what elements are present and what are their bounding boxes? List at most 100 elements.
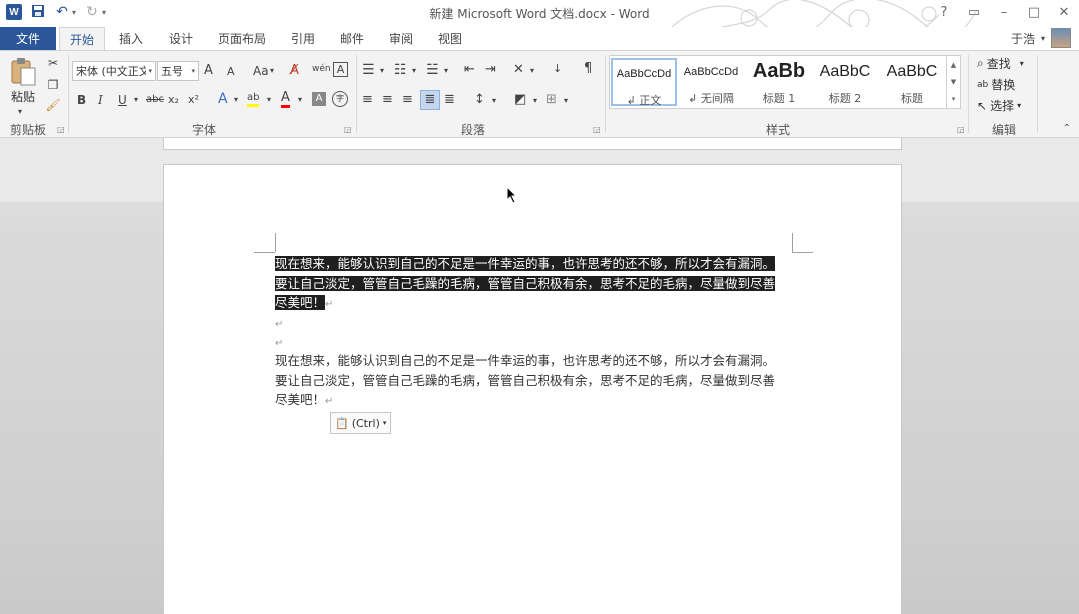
borders-icon[interactable]: ⊞ (546, 92, 557, 108)
save-icon[interactable] (30, 4, 46, 20)
user-account[interactable]: 于浩 ▾ (1011, 27, 1071, 49)
pasted-paragraph[interactable]: 现在想来，能够认识到自己的不足是一件幸运的事，也许思考的还不够，所以才会有漏洞。… (275, 351, 795, 412)
style-no-spacing[interactable]: AaBbCcDd ↲ 无间隔 (678, 58, 744, 106)
paragraph-launcher-icon[interactable]: ◲ (593, 125, 601, 134)
style-title[interactable]: AaBbC 标题 (879, 58, 945, 106)
chevron-down-icon[interactable]: ▾ (492, 93, 496, 109)
styles-launcher-icon[interactable]: ◲ (957, 125, 965, 134)
more-icon[interactable]: ▾ (952, 95, 956, 103)
minimize-icon[interactable]: – (989, 0, 1019, 24)
chevron-down-icon[interactable]: ▾ (444, 63, 448, 79)
tab-mailings[interactable]: 邮件 (331, 27, 373, 50)
chevron-down-icon[interactable]: ▾ (270, 63, 274, 79)
phonetic-guide-button[interactable]: wén (312, 61, 331, 77)
copy-icon[interactable]: ❐ (45, 77, 61, 93)
show-hide-marks-icon[interactable]: ¶ (584, 61, 592, 77)
tab-review[interactable]: 审阅 (380, 27, 422, 50)
superscript-button[interactable]: x² (188, 92, 199, 108)
italic-button[interactable]: I (98, 92, 103, 108)
chevron-down-icon[interactable]: ▾ (564, 93, 568, 109)
distributed-icon[interactable]: ≣ (444, 92, 455, 108)
tab-view[interactable]: 视图 (429, 27, 471, 50)
font-launcher-icon[interactable]: ◲ (344, 125, 352, 134)
tab-insert[interactable]: 插入 (110, 27, 152, 50)
shrink-font-icon[interactable]: A (227, 64, 235, 80)
paste-dropdown-icon[interactable]: ▾ (18, 104, 22, 120)
find-button[interactable]: ⌕ 查找 ▾ (977, 55, 1024, 72)
font-size-select[interactable]: 五号 ▾ (157, 61, 199, 81)
chevron-down-icon[interactable]: ▾ (234, 92, 238, 108)
redo-icon[interactable]: ↻ (84, 4, 100, 20)
style-name: ↲ 无间隔 (688, 92, 734, 105)
close-icon[interactable]: ✕ (1049, 0, 1079, 24)
paste-button[interactable]: 粘贴 (11, 88, 35, 105)
font-family-select[interactable]: 宋体 (中文正文 ▾ (72, 61, 156, 81)
chevron-down-icon[interactable]: ▼ (951, 78, 956, 86)
enclose-characters-button[interactable]: 字 (332, 91, 348, 107)
undo-icon[interactable]: ↶ (54, 4, 70, 20)
chevron-up-icon[interactable]: ▲ (951, 61, 956, 69)
chevron-down-icon[interactable]: ▾ (533, 93, 537, 109)
underline-button[interactable]: U (118, 92, 127, 108)
text-effects-button[interactable]: A (218, 91, 228, 107)
paste-icon[interactable] (10, 57, 38, 87)
justify-icon[interactable]: ≣ (420, 90, 440, 110)
clipboard-launcher-icon[interactable]: ◲ (57, 125, 65, 134)
format-painter-icon[interactable]: 🖌 (45, 97, 61, 113)
collapse-ribbon-icon[interactable]: ⌃ (1063, 123, 1071, 134)
font-color-button[interactable]: A (281, 90, 290, 108)
cut-icon[interactable]: ✂ (45, 55, 61, 71)
tab-home[interactable]: 开始 (59, 27, 105, 51)
word-app-icon[interactable]: W (6, 4, 22, 20)
chevron-down-icon[interactable]: ▾ (298, 92, 302, 108)
chevron-down-icon[interactable]: ▾ (134, 92, 138, 108)
character-border-button[interactable]: A (333, 62, 348, 77)
shading-icon[interactable]: ◩ (514, 92, 526, 108)
align-right-icon[interactable]: ≡ (402, 92, 413, 108)
character-shading-button[interactable]: A (312, 92, 326, 106)
sort-icon[interactable]: ↓ (553, 61, 562, 77)
highlight-button[interactable]: ab (247, 91, 260, 107)
bold-button[interactable]: B (77, 92, 86, 108)
chevron-down-icon[interactable]: ▾ (380, 63, 384, 79)
select-button[interactable]: ↖ 选择 ▾ (977, 97, 1021, 114)
chevron-down-icon[interactable]: ▾ (267, 92, 271, 108)
document-page[interactable]: 现在想来，能够认识到自己的不足是一件幸运的事，也许思考的还不够，所以才会有漏洞。… (163, 164, 902, 614)
asian-layout-icon[interactable]: ✕ (513, 62, 524, 78)
replace-button[interactable]: ab 替换 (977, 76, 1015, 93)
tab-design[interactable]: 设计 (160, 27, 202, 50)
strikethrough-button[interactable]: abc (146, 92, 164, 108)
chevron-down-icon[interactable]: ▾ (530, 63, 534, 79)
numbering-icon[interactable]: ☷ (394, 62, 407, 78)
change-case-button[interactable]: Aa (253, 63, 269, 79)
clear-formatting-icon[interactable]: A̸ (290, 63, 299, 79)
selected-text-line: 要让自己淡定，管管自己毛躁的毛病，管管自己积极有余，思考不足的毛病，尽量做到尽善 (275, 275, 776, 291)
find-label: 查找 (986, 57, 1011, 71)
text-line: 要让自己淡定，管管自己毛躁的毛病，管管自己积极有余，思考不足的毛病，尽量做到尽善 (275, 372, 776, 388)
ribbon-display-icon[interactable]: ▭ (959, 0, 989, 24)
paste-options-button[interactable]: 📋 (Ctrl) ▾ (330, 412, 392, 434)
style-normal[interactable]: AaBbCcDd ↲ 正文 (611, 58, 677, 107)
group-label-editing: 编辑 (991, 123, 1016, 137)
increase-indent-icon[interactable]: ⇥ (485, 62, 496, 78)
help-icon[interactable]: ? (929, 0, 959, 24)
chevron-down-icon[interactable]: ▾ (412, 63, 416, 79)
multilevel-list-icon[interactable]: ☱ (426, 62, 439, 78)
bullets-icon[interactable]: ☰ (362, 62, 375, 78)
decrease-indent-icon[interactable]: ⇤ (464, 62, 475, 78)
line-spacing-icon[interactable]: ↕ (474, 92, 485, 108)
align-center-icon[interactable]: ≡ (382, 92, 393, 108)
subscript-button[interactable]: x₂ (168, 92, 179, 108)
grow-font-icon[interactable]: A (204, 63, 213, 79)
style-heading-1[interactable]: AaBb 标题 1 (746, 58, 812, 106)
align-left-icon[interactable]: ≡ (362, 92, 373, 108)
undo-dropdown-icon[interactable]: ▾ (72, 8, 76, 17)
selected-paragraph[interactable]: 现在想来，能够认识到自己的不足是一件幸运的事，也许思考的还不够，所以才会有漏洞。… (275, 254, 795, 315)
tab-page-layout[interactable]: 页面布局 (212, 27, 272, 50)
tab-file[interactable]: 文件 (0, 27, 56, 50)
style-heading-2[interactable]: AaBbC 标题 2 (812, 58, 878, 106)
maximize-icon[interactable]: □ (1019, 0, 1049, 24)
style-name: 标题 1 (762, 92, 796, 105)
tab-references[interactable]: 引用 (282, 27, 324, 50)
customize-qat-icon[interactable]: ▾ (102, 8, 106, 17)
